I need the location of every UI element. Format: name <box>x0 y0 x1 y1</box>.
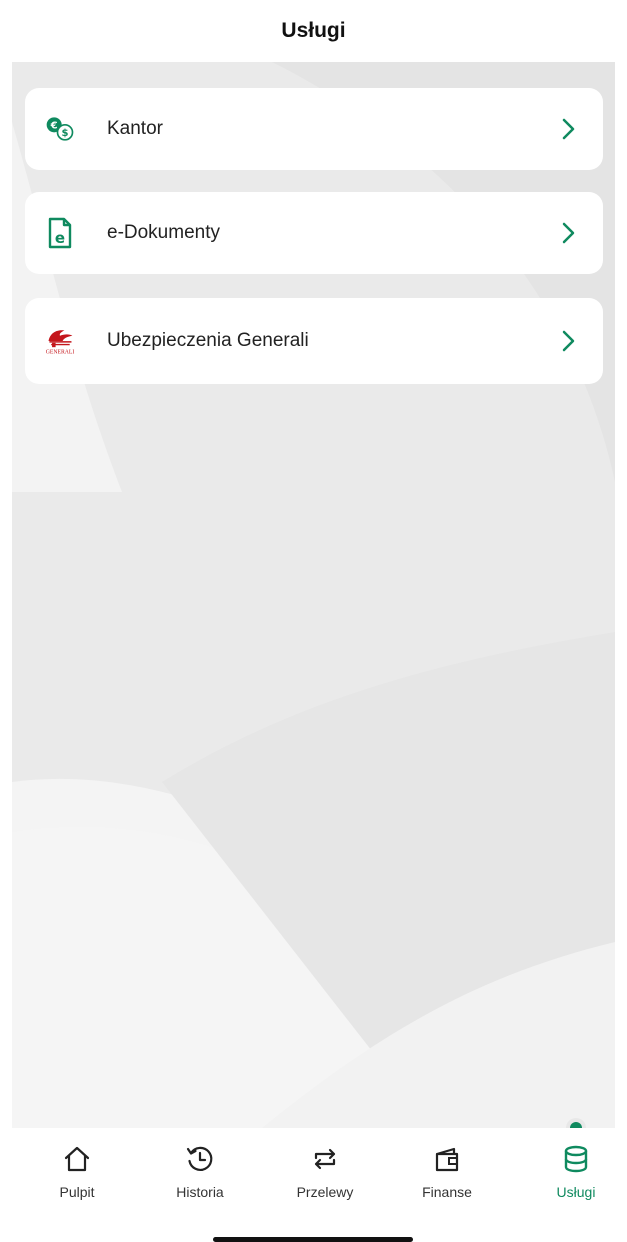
chevron-right-icon <box>561 221 577 245</box>
tab-pulpit[interactable]: Pulpit <box>27 1144 127 1214</box>
generali-logo: GENERALI <box>45 326 75 356</box>
tab-label: Historia <box>176 1184 224 1200</box>
service-item-e-dokumenty[interactable]: e e-Dokumenty <box>25 192 603 274</box>
tab-historia[interactable]: Historia <box>150 1144 250 1214</box>
transfer-icon <box>314 1148 336 1170</box>
svg-text:€: € <box>50 121 58 132</box>
tab-label: Przelewy <box>296 1184 354 1200</box>
page-title: Usługi <box>281 19 346 42</box>
svg-text:e: e <box>55 229 65 247</box>
database-icon <box>564 1145 588 1173</box>
chevron-right-icon <box>561 117 577 141</box>
header: Usługi <box>0 0 627 62</box>
service-item-kantor[interactable]: € $ Kantor <box>25 88 603 170</box>
home-icon <box>64 1146 90 1172</box>
bottom-tab-bar: Pulpit Historia Przelewy Finanse Usługi <box>0 1128 627 1242</box>
service-item-generali[interactable]: GENERALI Ubezpieczenia Generali <box>25 298 603 384</box>
service-label: Kantor <box>107 118 163 139</box>
tab-label: Usługi <box>556 1184 596 1200</box>
svg-text:$: $ <box>62 128 69 139</box>
tab-finanse[interactable]: Finanse <box>397 1144 497 1214</box>
service-label: Ubezpieczenia Generali <box>107 330 309 351</box>
home-indicator <box>213 1237 413 1242</box>
e-document-icon: e <box>45 217 75 249</box>
tab-uslugi[interactable]: Usługi <box>526 1144 626 1214</box>
tab-przelewy[interactable]: Przelewy <box>275 1144 375 1214</box>
service-label: e-Dokumenty <box>107 222 220 243</box>
wallet-icon <box>435 1147 459 1172</box>
currency-exchange-icon: € $ <box>45 114 75 144</box>
tab-label: Finanse <box>422 1184 472 1200</box>
tab-label: Pulpit <box>59 1184 95 1200</box>
svg-text:GENERALI: GENERALI <box>46 349 75 355</box>
history-icon <box>186 1146 213 1171</box>
chevron-right-icon <box>561 329 577 353</box>
